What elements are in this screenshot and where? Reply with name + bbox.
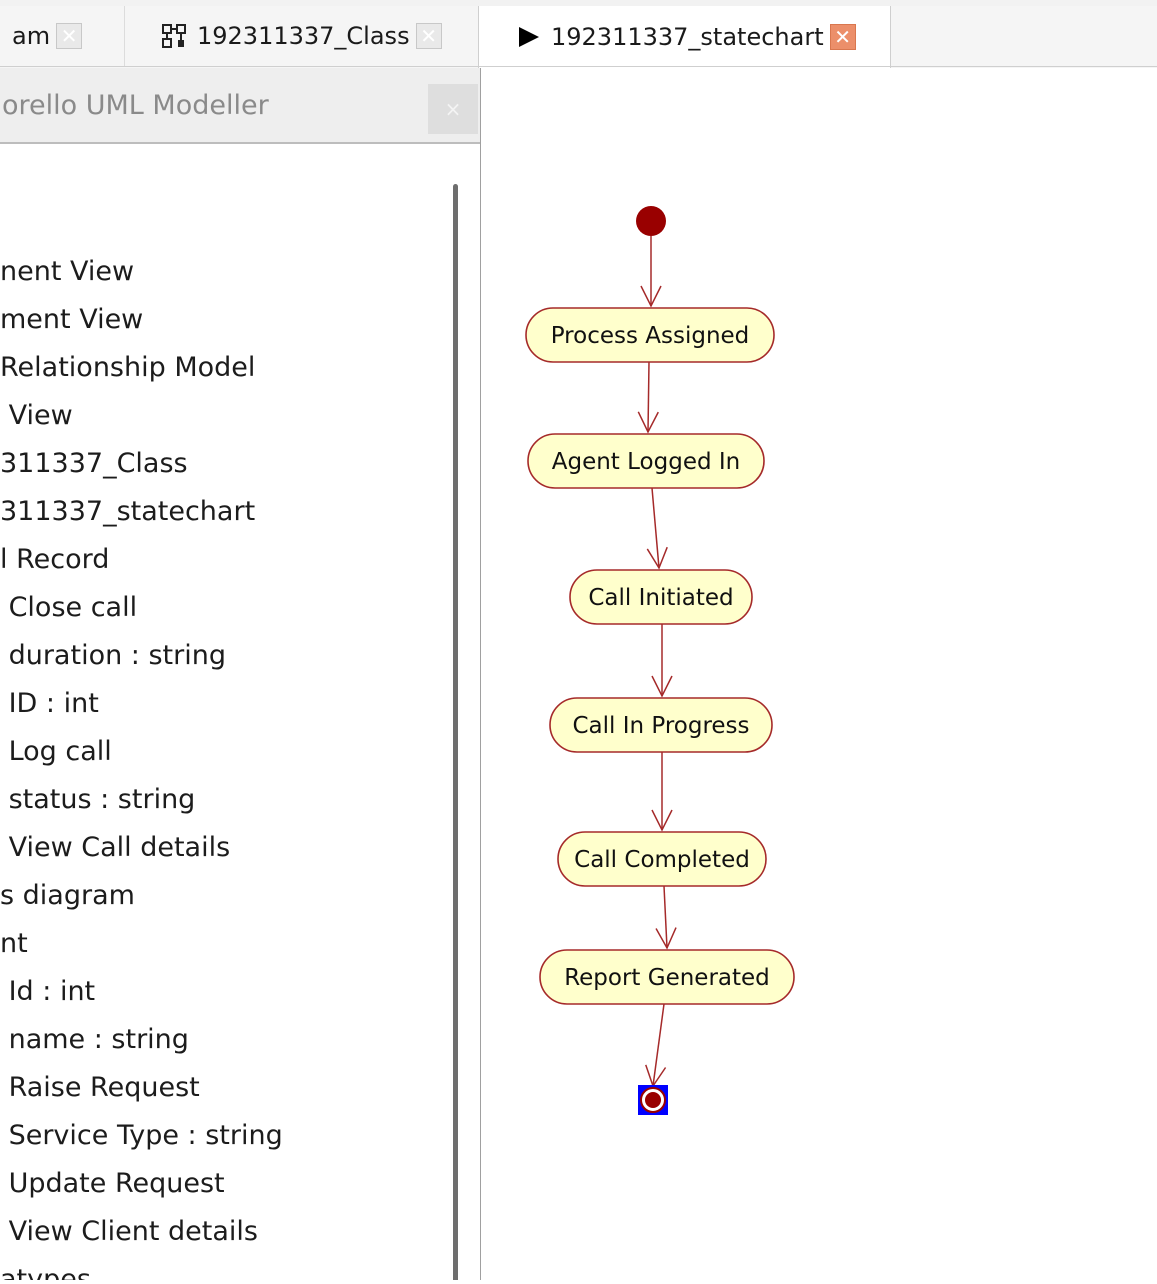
statechart-canvas[interactable]: Process Assigned Agent Logged In Call In… <box>481 68 1157 1280</box>
tree-item[interactable]: Service Type : string <box>0 1112 430 1160</box>
state-agent-logged-in[interactable]: Agent Logged In <box>527 433 765 489</box>
class-diagram-icon <box>161 23 187 49</box>
state-label: Report Generated <box>564 965 770 991</box>
tab-label: 192311337_statechart <box>551 23 824 51</box>
tree-item[interactable]: View Client details <box>0 1208 430 1256</box>
final-state-node[interactable] <box>638 1085 668 1115</box>
state-process-assigned[interactable]: Process Assigned <box>525 307 775 363</box>
tree-item[interactable]: Update Request <box>0 1160 430 1208</box>
tab-statechart[interactable]: 192311337_statechart ✕ <box>478 6 891 68</box>
state-label: Call In Progress <box>572 713 749 739</box>
transition-arrow[interactable] <box>645 1003 667 1088</box>
tree-scrollbar[interactable] <box>453 184 458 1280</box>
transition-arrow[interactable] <box>646 487 668 570</box>
panel-header: orello UML Modeller × <box>0 68 480 144</box>
editor-tab-bar: am ✕ 192311337_Class ✕ 192311337_statech… <box>0 0 1157 68</box>
tab-label: am <box>12 22 51 50</box>
close-icon[interactable]: ✕ <box>829 24 856 50</box>
state-label: Call Completed <box>574 847 750 873</box>
state-call-in-progress[interactable]: Call In Progress <box>549 697 773 753</box>
tree-item[interactable]: ID : int <box>0 680 430 728</box>
tree-item[interactable]: status : string <box>0 776 430 824</box>
tree-item[interactable]: Raise Request <box>0 1064 430 1112</box>
state-report-generated[interactable]: Report Generated <box>539 949 795 1005</box>
tree-item[interactable]: 311337_statechart <box>0 488 430 536</box>
tree-item[interactable]: View Call details <box>0 824 430 872</box>
state-call-completed[interactable]: Call Completed <box>557 831 767 887</box>
state-call-initiated[interactable]: Call Initiated <box>569 569 753 625</box>
transition-arrow[interactable] <box>655 885 677 950</box>
tree-item[interactable]: ment View <box>0 296 430 344</box>
tab-bar-divider <box>0 66 1157 67</box>
panel-title: orello UML Modeller <box>2 90 269 121</box>
tree-item[interactable]: name : string <box>0 1016 430 1064</box>
panel-close-icon[interactable]: × <box>428 84 478 134</box>
state-label: Call Initiated <box>588 585 733 611</box>
play-arrow-icon <box>517 25 541 49</box>
tree-item[interactable]: Relationship Model <box>0 344 430 392</box>
close-icon[interactable]: ✕ <box>56 23 83 49</box>
state-label: Process Assigned <box>551 323 750 349</box>
tab-label: 192311337_Class <box>197 22 410 50</box>
tab-diagram[interactable]: am ✕ <box>0 6 124 66</box>
model-tree: nent View ment View Relationship Model Vie… <box>0 248 430 1280</box>
transition-arrow[interactable] <box>637 361 659 434</box>
initial-state-node[interactable] <box>636 206 666 236</box>
tree-item[interactable]: duration : string <box>0 632 430 680</box>
model-explorer-panel: orello UML Modeller × nent View ment View… <box>0 68 481 1280</box>
tree-item[interactable]: s diagram <box>0 872 430 920</box>
tree-item[interactable]: l Record <box>0 536 430 584</box>
tree-item[interactable]: Id : int <box>0 968 430 1016</box>
tab-class-diagram[interactable]: 192311337_Class ✕ <box>124 6 478 66</box>
tree-item[interactable]: Close call <box>0 584 430 632</box>
tree-item[interactable]: 311337_Class <box>0 440 430 488</box>
tree-item[interactable]: nt <box>0 920 430 968</box>
tree-item[interactable]: Log call <box>0 728 430 776</box>
state-label: Agent Logged In <box>552 449 741 475</box>
close-icon[interactable]: ✕ <box>415 23 442 49</box>
statechart-diagram: Process Assigned Agent Logged In Call In… <box>525 206 795 1115</box>
tree-item[interactable]: atypes <box>0 1256 430 1280</box>
tree-item[interactable]: View <box>0 392 430 440</box>
tree-item[interactable]: nent View <box>0 248 430 296</box>
